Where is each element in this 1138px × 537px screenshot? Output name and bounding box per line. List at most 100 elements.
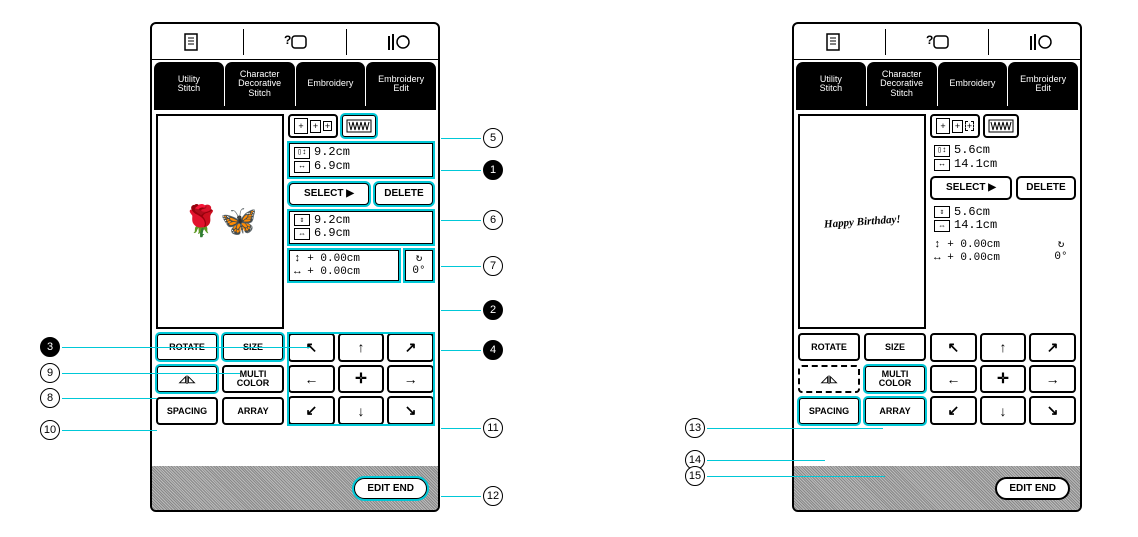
frame-height: 9.2cm [314,146,350,160]
dpad-se[interactable]: ↘ [1029,396,1076,425]
callout-7: 7 [441,256,503,276]
offset-v: + 0.00cm [947,239,1000,251]
rotate-button[interactable]: ROTATE [798,333,860,361]
dpad-nw[interactable]: ↖ [930,333,977,362]
tab-utility[interactable]: UtilityStitch [154,62,224,106]
pattern-width: 14.1cm [954,219,997,233]
tab-decorative[interactable]: CharacterDecorativeStitch [867,62,937,106]
rose-motif-icon: 🌹🦋 [183,207,258,237]
frame-width: 14.1cm [954,158,997,172]
help-icon[interactable]: ? [265,32,325,52]
svg-text:?: ? [284,33,291,47]
height-icon: ▯↕ [934,145,950,157]
select-button[interactable]: SELECT ▶ [288,182,370,206]
mode-tabs: UtilityStitch CharacterDecorativeStitch … [794,62,1080,106]
rotation-display: ↻ 0° [1046,237,1076,266]
tab-embroidery-edit[interactable]: EmbroideryEdit [366,62,436,106]
dpad-w[interactable]: ← [288,365,335,394]
screen-right: ? UtilityStitch CharacterDecorativeStitc… [792,22,1082,512]
density-button[interactable] [983,114,1019,138]
pattern-height-icon: ⇕ [934,206,950,218]
threadchange-icon[interactable] [1010,32,1070,52]
frame-select-button[interactable]: +++ [288,114,338,138]
frame-height: 5.6cm [954,144,990,158]
callout-2: 2 [441,300,503,320]
delete-button[interactable]: DELETE [1016,176,1076,200]
rotate-icon: ↻ [408,253,430,265]
height-icon: ▯↕ [294,147,310,159]
page-icon[interactable] [804,32,864,52]
rotation-value: 0° [408,265,430,277]
dpad-ne[interactable]: ↗ [1029,333,1076,362]
mode-tabs: UtilityStitch CharacterDecorativeStitch … [152,62,438,106]
dpad-n[interactable]: ↑ [980,333,1027,362]
dpad-center[interactable]: ✛ [980,365,1027,394]
frame-width: 6.9cm [314,160,350,174]
multicolor-button[interactable]: MULTICOLOR [864,365,926,393]
offset-h: + 0.00cm [307,266,360,278]
svg-text:?: ? [926,33,933,47]
dpad-se[interactable]: ↘ [387,396,434,425]
spacing-button[interactable]: SPACING [156,397,218,425]
array-button[interactable]: ARRAY [222,397,284,425]
pattern-width: 6.9cm [314,227,350,241]
pattern-height-icon: ⇕ [294,214,310,226]
callout-4: 4 [441,340,503,360]
offset-h: + 0.00cm [947,252,1000,264]
tab-embroidery[interactable]: Embroidery [938,62,1008,106]
threadchange-icon[interactable] [368,32,428,52]
tab-embroidery[interactable]: Embroidery [296,62,366,106]
tab-utility[interactable]: UtilityStitch [796,62,866,106]
select-button[interactable]: SELECT ▶ [930,176,1012,200]
dpad-s[interactable]: ↓ [980,396,1027,425]
dpad-s[interactable]: ↓ [338,396,385,425]
callout-6: 6 [441,210,503,230]
page-icon[interactable] [162,32,222,52]
dpad-e[interactable]: → [387,365,434,394]
help-icon[interactable]: ? [907,32,967,52]
callout-8: 8 [40,388,157,408]
dpad-sw[interactable]: ↙ [930,396,977,425]
edit-buttons: ROTATE SIZE ◿|◺ MULTICOLOR SPACING ARRAY [798,333,926,425]
top-toolbar: ? [152,24,438,60]
callout-5: 5 [441,128,503,148]
offset-display: ↕ + 0.00cm ↔ + 0.00cm [930,237,1042,266]
pattern-dimensions: ⇕5.6cm ⇔14.1cm [930,204,1076,234]
mirror-button[interactable]: ◿|◺ [798,365,860,393]
tab-embroidery-edit[interactable]: EmbroideryEdit [1008,62,1078,106]
top-toolbar: ? [794,24,1080,60]
design-preview: 🌹🦋 [156,114,284,329]
callout-1: 1 [441,160,503,180]
rotation-value: 0° [1048,251,1074,263]
rotation-display: ↻ 0° [404,249,434,282]
callout-12: 12 [441,486,503,506]
text-preview: Happy Birthday! [823,213,900,230]
pattern-width-icon: ⇔ [934,220,950,232]
frame-dimensions: ▯↕ 5.6cm ↔ 14.1cm [930,142,1076,172]
editend-button[interactable]: EDIT END [353,477,428,500]
tab-decorative[interactable]: CharacterDecorativeStitch [225,62,295,106]
dpad-e[interactable]: → [1029,365,1076,394]
footer: EDIT END [152,466,438,510]
pattern-width-icon: ⇔ [294,228,310,240]
design-preview: Happy Birthday! [798,114,926,329]
density-button[interactable] [341,114,377,138]
editend-button[interactable]: EDIT END [995,477,1070,500]
dpad-ne[interactable]: ↗ [387,333,434,362]
size-button[interactable]: SIZE [864,333,926,361]
dpad-w[interactable]: ← [930,365,977,394]
pattern-dimensions: ⇕9.2cm ⇔6.9cm [288,210,434,246]
width-icon: ↔ [294,161,310,173]
callout-15: 15 [685,466,885,486]
rotate-icon: ↻ [1048,239,1074,251]
frame-select-button[interactable]: +++ [930,114,980,138]
dpad-center[interactable]: ✛ [338,365,385,394]
move-dpad: ↖ ↑ ↗ ← ✛ → ↙ ↓ ↘ [930,333,1076,425]
callout-3: 3 [40,337,310,357]
dpad-sw[interactable]: ↙ [288,396,335,425]
frame-dimensions: ▯↕ 9.2cm ↔ 6.9cm [288,142,434,178]
dpad-n[interactable]: ↑ [338,333,385,362]
width-icon: ↔ [934,159,950,171]
offset-display: ↕ + 0.00cm ↔ + 0.00cm [288,249,400,282]
delete-button[interactable]: DELETE [374,182,434,206]
